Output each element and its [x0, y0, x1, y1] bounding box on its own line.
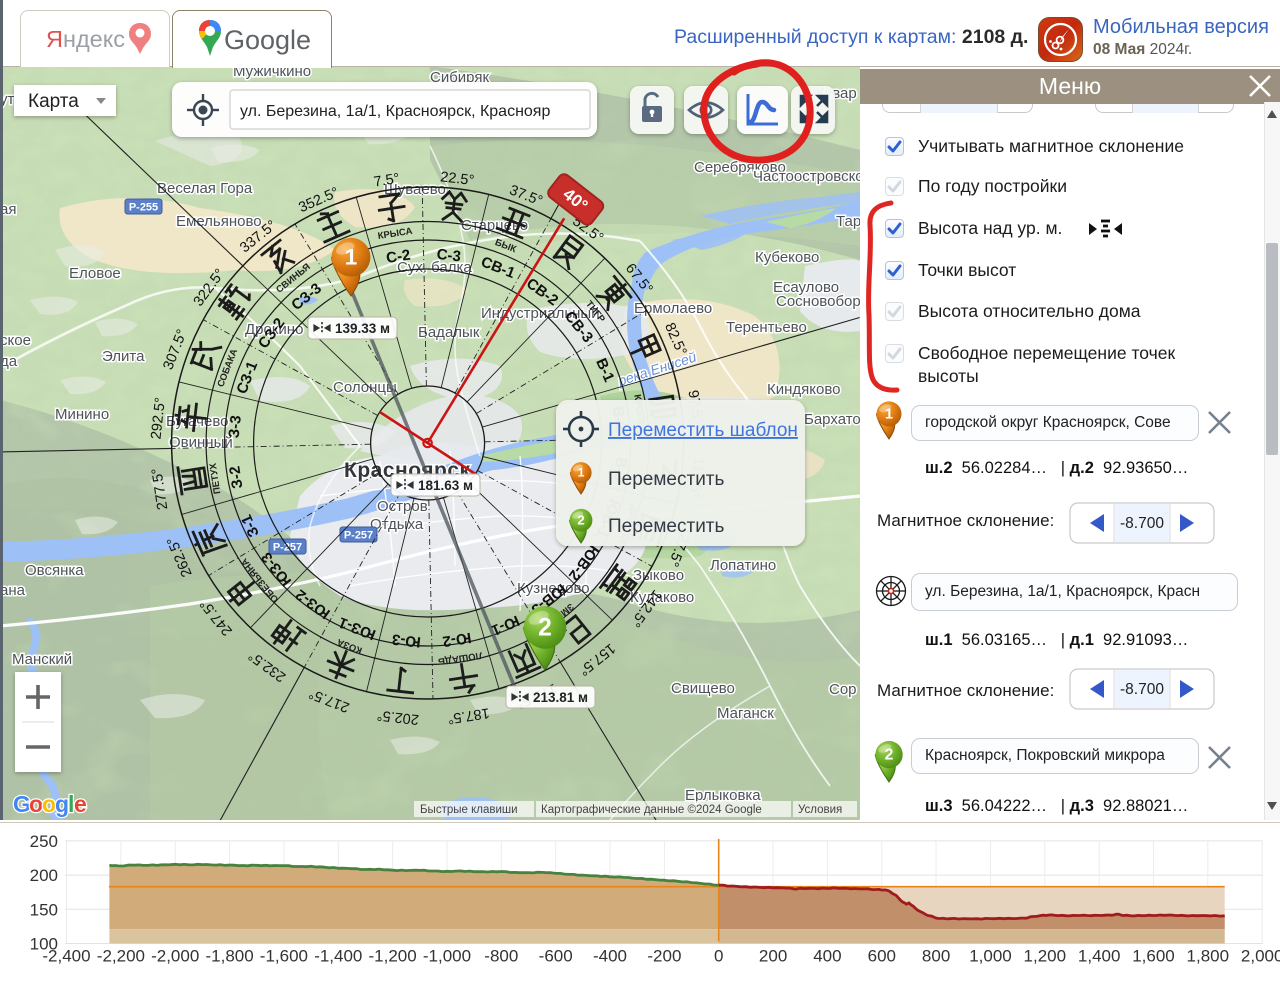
svg-text:-2,400: -2,400 — [42, 947, 90, 966]
svg-text:-1,600: -1,600 — [260, 947, 308, 966]
svg-text:-1,800: -1,800 — [205, 947, 253, 966]
svg-text:-1,200: -1,200 — [368, 947, 416, 966]
svg-text:181.63 м: 181.63 м — [418, 478, 473, 493]
svg-text:2,000: 2,000 — [1241, 947, 1280, 966]
svg-text:Условия: Условия — [798, 804, 842, 816]
svg-text:ана: ана — [0, 582, 26, 599]
svg-text:Терентьево: Терентьево — [726, 319, 807, 336]
svg-text:Картографические данные ©2024: Картографические данные ©2024 Google — [541, 804, 762, 816]
svg-text:Свищево: Свищево — [671, 680, 735, 697]
svg-text:2: 2 — [538, 614, 552, 641]
svg-text:Остров: Остров — [377, 498, 428, 515]
svg-text:600: 600 — [868, 947, 896, 966]
svg-text:Еловое: Еловое — [69, 265, 121, 282]
svg-text:Овсянка: Овсянка — [25, 562, 84, 579]
svg-text:Сосновобор: Сосновобор — [776, 293, 860, 310]
svg-text:800: 800 — [922, 947, 950, 966]
svg-text:g: g — [55, 791, 69, 817]
svg-text:200: 200 — [759, 947, 787, 966]
svg-text:Быстрые клавиши: Быстрые клавиши — [420, 804, 518, 816]
svg-text:400: 400 — [813, 947, 841, 966]
svg-text:200: 200 — [30, 866, 58, 885]
svg-text:-2,000: -2,000 — [151, 947, 199, 966]
svg-text:o: o — [42, 791, 56, 817]
svg-text:-8.700: -8.700 — [1120, 681, 1164, 698]
svg-text:Веселая Гора: Веселая Гора — [157, 180, 253, 197]
svg-text:1: 1 — [885, 407, 893, 423]
svg-text:Р-257: Р-257 — [273, 542, 302, 554]
svg-text:2: 2 — [577, 512, 584, 527]
svg-text:Кубеково: Кубеково — [755, 249, 819, 266]
svg-text:Лопатино: Лопатино — [710, 557, 776, 574]
svg-text:С-2: С-2 — [385, 247, 411, 267]
svg-text:Частоостровское: Частоостровское — [753, 168, 860, 185]
svg-text:Р-255: Р-255 — [129, 202, 158, 214]
svg-text:139.33 м: 139.33 м — [335, 321, 390, 336]
svg-text:-400: -400 — [593, 947, 627, 966]
svg-text:Киндяково: Киндяково — [767, 381, 841, 398]
svg-text:1,600: 1,600 — [1132, 947, 1175, 966]
svg-text:250: 250 — [30, 832, 58, 851]
svg-text:1,000: 1,000 — [969, 947, 1012, 966]
svg-text:Минино: Минино — [55, 406, 109, 423]
svg-text:З-3: З-3 — [226, 415, 245, 439]
svg-text:Переместить: Переместить — [608, 469, 725, 490]
svg-text:Маганск: Маганск — [717, 705, 774, 722]
svg-text:С-3: С-3 — [436, 246, 462, 266]
svg-text:1,400: 1,400 — [1078, 947, 1121, 966]
svg-text:Переместить шаблон: Переместить шаблон — [608, 420, 798, 441]
svg-text:1,200: 1,200 — [1024, 947, 1067, 966]
svg-text:Сор: Сор — [829, 681, 857, 698]
svg-text:Емельяново: Емельяново — [176, 213, 262, 230]
svg-text:Карта: Карта — [28, 91, 79, 112]
svg-text:Бадалык: Бадалык — [418, 324, 480, 341]
svg-text:-1,000: -1,000 — [423, 947, 471, 966]
svg-text:e: e — [74, 791, 87, 817]
svg-text:Бархатово: Бархатово — [804, 411, 860, 428]
svg-text:З-2: З-2 — [226, 465, 246, 490]
svg-text:-8.700: -8.700 — [1120, 515, 1164, 532]
svg-text:213.81 м: 213.81 м — [533, 690, 588, 705]
svg-text:1: 1 — [578, 466, 585, 480]
svg-text:Элита: Элита — [102, 348, 145, 365]
svg-text:2: 2 — [885, 747, 894, 764]
svg-text:-600: -600 — [539, 947, 573, 966]
svg-text:Р-257: Р-257 — [344, 530, 373, 542]
svg-text:1: 1 — [345, 244, 357, 269]
svg-text:Тарта: Тарта — [836, 213, 860, 230]
svg-text:1,800: 1,800 — [1187, 947, 1230, 966]
svg-text:Зыково: Зыково — [633, 567, 684, 584]
svg-text:Переместить: Переместить — [608, 516, 725, 537]
svg-text:ул. Березина, 1а/1, Красноярск: ул. Березина, 1а/1, Красноярск, Краснояр — [240, 103, 550, 120]
svg-text:Овинный: Овинный — [169, 434, 233, 451]
svg-text:-800: -800 — [484, 947, 518, 966]
svg-text:Отдыха: Отдыха — [370, 516, 424, 533]
svg-text:ское: ское — [0, 332, 31, 349]
svg-text:o: o — [29, 791, 43, 817]
svg-text:Мужичкино: Мужичкино — [233, 66, 311, 80]
svg-text:150: 150 — [30, 900, 58, 919]
svg-text:-200: -200 — [647, 947, 681, 966]
svg-text:-1,400: -1,400 — [314, 947, 362, 966]
svg-text:-2,200: -2,200 — [97, 947, 145, 966]
svg-text:0: 0 — [714, 947, 723, 966]
svg-text:Манский: Манский — [12, 651, 72, 668]
svg-text:Ю-3: Ю-3 — [391, 630, 422, 650]
